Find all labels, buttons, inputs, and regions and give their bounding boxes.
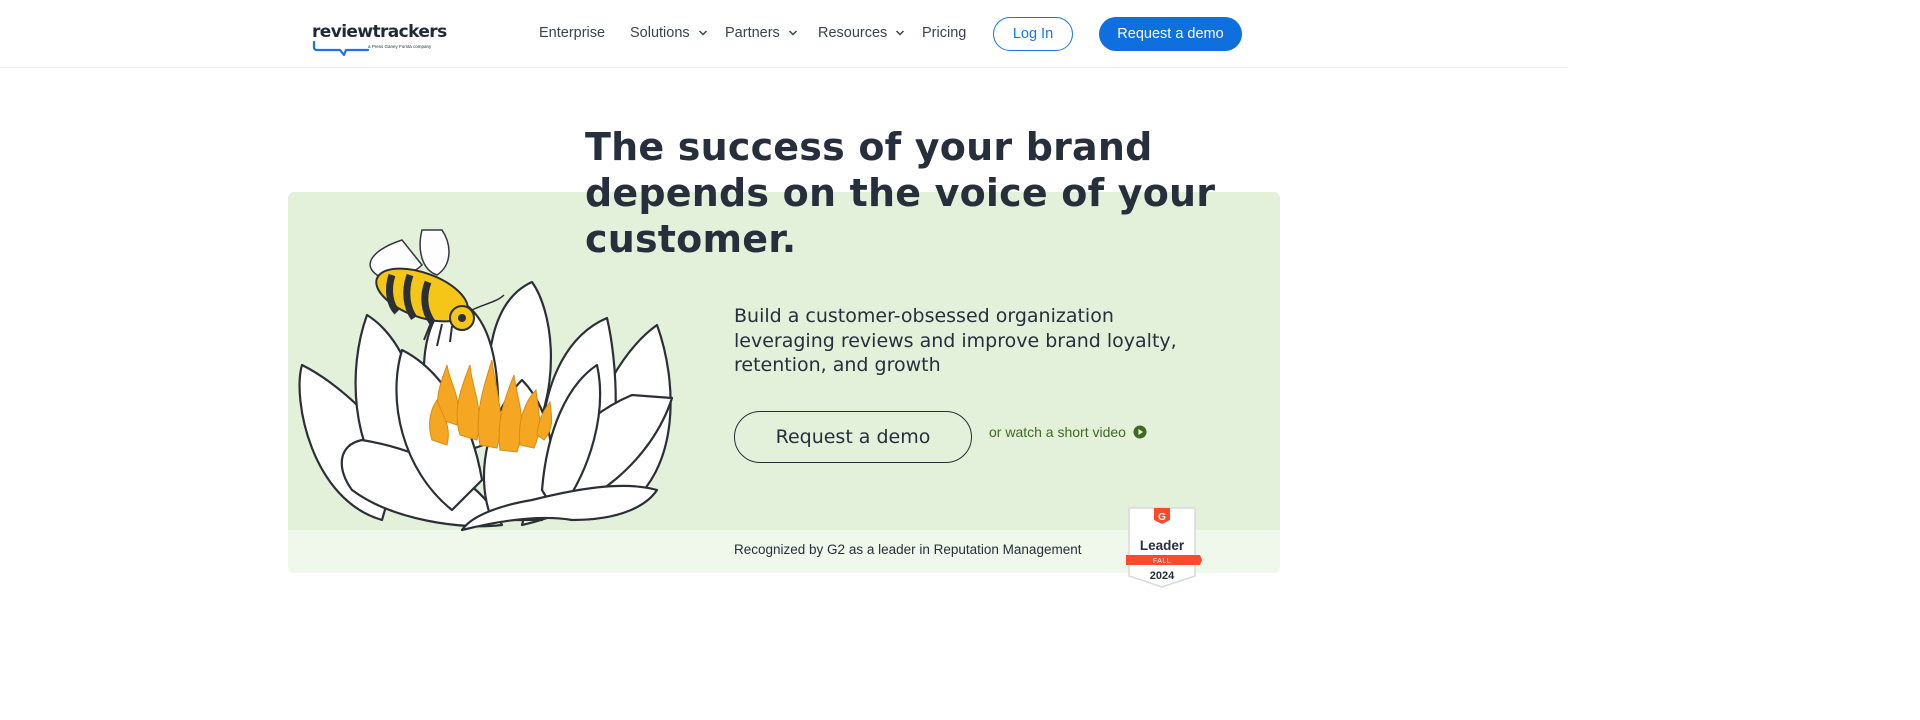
g2-leader-badge[interactable]: G Leader FALL 2024 xyxy=(1122,506,1202,588)
g2-logo-icon: G xyxy=(1158,512,1166,523)
nav-partners[interactable]: Partners xyxy=(725,25,798,41)
badge-title: Leader xyxy=(1139,538,1185,553)
nav-solutions-label: Solutions xyxy=(630,25,690,41)
logo-tagline: a Press Ganey Forsta company xyxy=(368,44,432,49)
nav-partners-label: Partners xyxy=(725,25,780,41)
reviewtrackers-logo[interactable]: reviewtrackers a Press Ganey Forsta comp… xyxy=(312,22,447,56)
chevron-down-icon xyxy=(788,30,797,36)
hero-headline: The success of your brand depends on the… xyxy=(585,125,1216,261)
chevron-down-icon xyxy=(698,30,707,36)
play-circle-icon xyxy=(1133,425,1147,439)
nav-pricing-label: Pricing xyxy=(922,25,967,41)
hero-subheadline: Build a customer-obsessed organization l… xyxy=(734,305,1177,376)
site-header: reviewtrackers a Press Ganey Forsta comp… xyxy=(0,0,1568,68)
nav-enterprise-label: Enterprise xyxy=(539,25,606,41)
g2-recognition-text: Recognized by G2 as a leader in Reputati… xyxy=(734,542,1082,557)
watch-video-label: or watch a short video xyxy=(989,424,1126,440)
lotus-bee-illustration xyxy=(298,229,674,532)
logo-swoosh-icon xyxy=(312,40,370,56)
nav-resources-label: Resources xyxy=(818,25,888,41)
logo-wordmark: reviewtrackers xyxy=(312,22,447,42)
request-demo-hero-button[interactable]: Request a demo xyxy=(734,411,972,463)
nav-enterprise[interactable]: Enterprise xyxy=(539,25,605,41)
watch-video-link[interactable]: or watch a short video xyxy=(989,424,1147,440)
nav-pricing[interactable]: Pricing xyxy=(922,25,966,41)
request-demo-header-button[interactable]: Request a demo xyxy=(1099,17,1242,51)
badge-season: FALL xyxy=(1152,558,1172,565)
nav-solutions[interactable]: Solutions xyxy=(630,25,708,41)
login-button[interactable]: Log In xyxy=(993,17,1073,51)
nav-resources[interactable]: Resources xyxy=(818,25,905,41)
chevron-down-icon xyxy=(896,30,905,36)
badge-year: 2024 xyxy=(1149,570,1175,582)
